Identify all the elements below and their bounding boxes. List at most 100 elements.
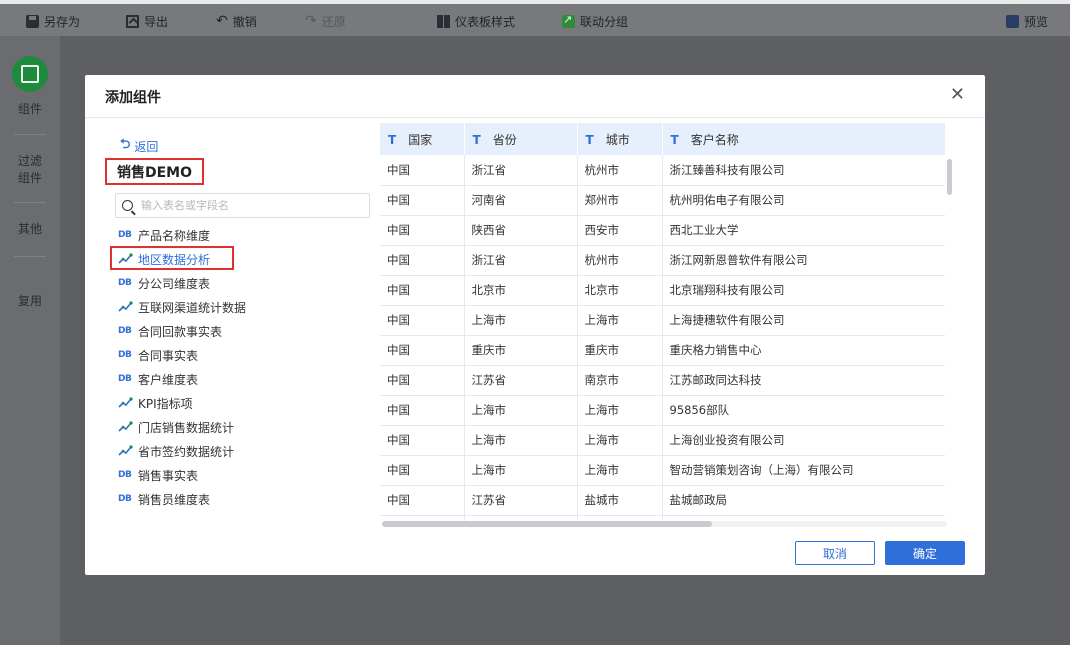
- rail-item-other[interactable]: 其他: [0, 221, 60, 238]
- table-cell: 北京市: [577, 275, 663, 306]
- tree-item-label: 省市签约数据统计: [138, 444, 235, 459]
- table-cell: 江苏省: [464, 485, 578, 516]
- tree-item-label: 合同回款事实表: [138, 324, 223, 339]
- table-cell: 西安市: [577, 215, 663, 246]
- back-button[interactable]: ⮌ 返回: [120, 135, 158, 157]
- table-row: 中国 北京市 北京市 北京瑞翔科技有限公司: [380, 275, 945, 306]
- tree-item[interactable]: DB 销售员维度表: [118, 487, 378, 511]
- cancel-button[interactable]: 取消: [795, 541, 875, 565]
- table-cell: 郑州市: [577, 185, 663, 216]
- text-type-icon: T: [670, 132, 679, 147]
- table-row: 中国 上海市 上海市 上海创业投资有限公司: [380, 425, 945, 456]
- tree-item[interactable]: DB 客户维度表: [118, 367, 378, 391]
- table-cell: 盐城市: [577, 485, 663, 516]
- table-cell: 中国: [380, 305, 465, 336]
- monitor-icon: [1006, 14, 1019, 28]
- table-cell: 浙江网新恩普软件有限公司: [662, 245, 945, 276]
- table-cell: 中国: [380, 215, 465, 246]
- table-cell: 中国: [380, 185, 465, 216]
- database-table-icon: DB: [118, 278, 132, 288]
- export-button[interactable]: 导出: [126, 12, 168, 30]
- dialog-title: 添加组件: [105, 90, 161, 106]
- chart-add-icon[interactable]: [12, 56, 48, 92]
- table-row: 中国 上海市 上海市 智动营销策划咨询（上海）有限公司: [380, 455, 945, 486]
- table-cell: 杭州市: [577, 245, 663, 276]
- tree-item[interactable]: DB 合同回款事实表: [118, 319, 378, 343]
- rail-item-filter[interactable]: 过滤 组件: [0, 153, 60, 187]
- column-header[interactable]: T 客户名称: [662, 123, 945, 155]
- rail-item-components[interactable]: 组件: [0, 101, 60, 118]
- tree-item[interactable]: DB 分公司维度表: [118, 271, 378, 295]
- table-cell: 浙江省: [464, 155, 578, 186]
- tree-item[interactable]: KPI指标项: [118, 391, 378, 415]
- table-row: 中国 浙江省 杭州市 浙江臻善科技有限公司: [380, 155, 945, 186]
- divider: [14, 256, 46, 257]
- table-search[interactable]: [115, 193, 370, 218]
- horizontal-scrollbar[interactable]: [382, 521, 947, 527]
- tree-item[interactable]: DB 销售事实表: [118, 463, 378, 487]
- tree-item[interactable]: 省市签约数据统计: [118, 439, 378, 463]
- column-header[interactable]: T 城市: [577, 123, 663, 155]
- column-header[interactable]: T 省份: [464, 123, 578, 155]
- table-cell: 上海市: [577, 305, 663, 336]
- table-cell: 河南省: [464, 185, 578, 216]
- table-cell: 中国: [380, 365, 465, 396]
- database-table-icon: DB: [118, 350, 132, 360]
- table-row: 中国 陕西省 西安市 西北工业大学: [380, 215, 945, 246]
- close-icon[interactable]: ✕: [950, 85, 965, 105]
- table-cell: 北京瑞翔科技有限公司: [662, 275, 945, 306]
- rail-item-reuse[interactable]: 复用: [0, 293, 60, 310]
- package-title: 销售DEMO: [105, 158, 205, 185]
- search-icon: [122, 200, 133, 211]
- table-cell: 江苏省: [464, 365, 578, 396]
- linkage-group-button[interactable]: 联动分组: [562, 12, 628, 30]
- dashboard-style-button[interactable]: 仪表板样式: [437, 12, 515, 30]
- tree-item[interactable]: DB 产品名称维度: [118, 223, 378, 247]
- table-cell: 中国: [380, 275, 465, 306]
- redo-icon: ↷: [305, 12, 317, 29]
- table-cell: 上海市: [464, 305, 578, 336]
- table-cell: 中国: [380, 485, 465, 516]
- table-cell: 重庆市: [577, 335, 663, 366]
- database-table-icon: DB: [118, 230, 132, 240]
- table-body: 中国 浙江省 杭州市 浙江臻善科技有限公司 中国 河南省 郑州市 杭州明佑电子有限公司 中国 陕西…: [380, 155, 945, 525]
- table-cell: 中国: [380, 455, 465, 486]
- add-component-dialog: 添加组件 ✕ ⮌ 返回 销售DEMO DB产品名称维度地区数据分析DB分公司维度…: [85, 75, 985, 575]
- table-cell: 南京市: [577, 365, 663, 396]
- table-cell: 重庆市: [464, 335, 578, 366]
- tree-item[interactable]: DB 合同事实表: [118, 343, 378, 367]
- table-cell: 上海捷穗软件有限公司: [662, 305, 945, 336]
- tree-item[interactable]: 门店销售数据统计: [118, 415, 378, 439]
- preview-button[interactable]: 预览: [1006, 12, 1048, 30]
- table-row: 中国 江苏省 南京市 江苏邮政同达科技: [380, 365, 945, 396]
- scrollbar-thumb[interactable]: [947, 159, 952, 195]
- tree-item[interactable]: 互联网渠道统计数据: [118, 295, 378, 319]
- tree-item-label: 门店销售数据统计: [138, 420, 235, 435]
- table-row: 中国 江苏省 盐城市 盐城邮政局: [380, 485, 945, 516]
- link-icon: [562, 13, 575, 28]
- table-cell: 江苏邮政同达科技: [662, 365, 945, 396]
- scrollbar-thumb[interactable]: [382, 521, 712, 527]
- tree-item-label: 互联网渠道统计数据: [138, 300, 247, 315]
- confirm-button[interactable]: 确定: [885, 541, 965, 565]
- database-table-icon: DB: [118, 374, 132, 384]
- tree-item-label: 客户维度表: [138, 372, 199, 387]
- layout-icon: [437, 14, 450, 28]
- search-input[interactable]: [141, 199, 341, 212]
- text-type-icon: T: [585, 132, 594, 147]
- divider: [14, 202, 46, 203]
- undo-icon: ↶: [216, 12, 228, 29]
- column-header[interactable]: T 国家: [380, 123, 465, 155]
- vertical-scrollbar[interactable]: [945, 155, 953, 523]
- text-type-icon: T: [388, 132, 397, 147]
- save-as-button[interactable]: 另存为: [26, 12, 80, 30]
- analysis-table-icon: [118, 445, 133, 457]
- divider: [14, 134, 46, 135]
- table-cell: 杭州明佑电子有限公司: [662, 185, 945, 216]
- table-cell: 上海市: [577, 395, 663, 426]
- redo-button[interactable]: ↷ 还原: [305, 12, 346, 30]
- undo-button[interactable]: ↶ 撤销: [216, 12, 257, 30]
- tree-item-label: 分公司维度表: [138, 276, 211, 291]
- tree-item-label: 产品名称维度: [138, 228, 211, 243]
- data-preview-table[interactable]: T 国家 T 省份 T 城市 T 客户名称 中国 浙江省 杭州市 浙江臻善科技有限公司 中国 河南省 郑州…: [380, 123, 945, 525]
